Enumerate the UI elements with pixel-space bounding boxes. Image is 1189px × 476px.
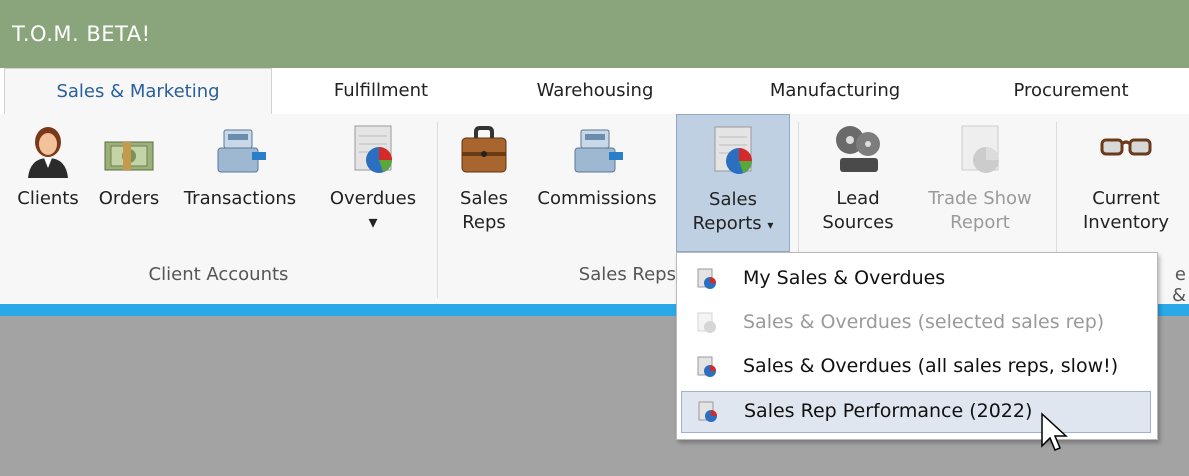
sales-reps-label-line2: Reps — [462, 212, 506, 233]
report-chart-icon — [697, 356, 716, 377]
orders-button[interactable]: Orders — [92, 114, 166, 250]
sales-reports-menu: My Sales & Overdues Sales & Overdues (se… — [676, 252, 1158, 440]
overdues-label: Overdues — [329, 188, 417, 209]
orders-label: Orders — [98, 188, 160, 209]
lead-sources-label-line1: Lead — [836, 188, 880, 209]
sales-reports-label-line1: Sales — [709, 189, 757, 210]
overdues-dropdown-caret[interactable]: ▾ — [318, 212, 428, 234]
commissions-label: Commissions — [537, 188, 657, 209]
trade-show-label-line2: Report — [950, 212, 1010, 233]
sales-reps-label-line1: Sales — [460, 188, 508, 209]
ribbon-tabs: Sales & Marketing Fulfillment Warehousin… — [0, 68, 1189, 116]
glasses-icon — [1100, 138, 1152, 156]
briefcase-icon — [461, 126, 507, 173]
current-inventory-label-line2: Inventory — [1083, 212, 1169, 233]
clients-label: Clients — [17, 188, 79, 209]
cash-register-icon — [217, 129, 266, 173]
current-inventory-label-line1: Current — [1092, 188, 1160, 209]
app-title: T.O.M. BETA! — [12, 22, 151, 46]
menu-item-sales-rep-performance[interactable]: Sales Rep Performance (2022) — [681, 391, 1151, 433]
report-chart-icon — [714, 126, 752, 174]
report-chart-icon — [354, 125, 392, 173]
sales-reps-button[interactable]: Sales Reps — [446, 114, 522, 250]
tab-warehousing[interactable]: Warehousing — [496, 68, 694, 114]
group-separator — [437, 122, 438, 298]
lead-sources-button[interactable]: Lead Sources — [808, 114, 908, 250]
person-icon — [28, 127, 68, 178]
menu-item-label: Sales & Overdues (selected sales rep) — [743, 311, 1105, 333]
report-chart-icon — [698, 401, 717, 422]
sales-reports-label-text: Reports — [692, 213, 762, 234]
money-icon — [104, 141, 154, 171]
tab-sales-marketing[interactable]: Sales & Marketing — [4, 68, 272, 116]
tab-manufacturing[interactable]: Manufacturing — [740, 68, 930, 114]
sales-reports-dropdown-caret: ▾ — [767, 218, 774, 232]
menu-item-sales-overdues-all-reps[interactable]: Sales & Overdues (all sales reps, slow!) — [681, 347, 1149, 387]
commissions-button[interactable]: Commissions — [524, 114, 670, 250]
cash-register-icon — [574, 129, 623, 173]
overdues-button[interactable]: Overdues ▾ — [318, 114, 428, 250]
menu-item-label: My Sales & Overdues — [743, 267, 946, 289]
trade-show-report-button[interactable]: Trade Show Report — [910, 114, 1050, 250]
film-reel-icon — [836, 126, 880, 172]
mouse-cursor-icon — [1041, 412, 1068, 451]
trade-show-label-line1: Trade Show — [928, 188, 1032, 209]
lead-sources-label-line2: Sources — [822, 212, 894, 233]
report-chart-icon — [961, 125, 999, 173]
report-chart-icon — [697, 268, 716, 289]
group-label-sales-reps: Sales Reps — [578, 264, 676, 285]
tab-procurement[interactable]: Procurement — [976, 68, 1166, 114]
menu-item-my-sales-overdues[interactable]: My Sales & Overdues — [681, 259, 1149, 299]
menu-item-label: Sales Rep Performance (2022) — [744, 400, 1033, 422]
menu-item-label: Sales & Overdues (all sales reps, slow!) — [743, 355, 1119, 377]
title-bar: T.O.M. BETA! — [0, 0, 1189, 68]
group-label-partial: e & — [1171, 264, 1186, 306]
menu-item-sales-overdues-selected-rep[interactable]: Sales & Overdues (selected sales rep) — [681, 303, 1149, 343]
group-label-client-accounts: Client Accounts — [148, 264, 289, 285]
transactions-button[interactable]: Transactions — [168, 114, 312, 250]
tab-fulfillment[interactable]: Fulfillment — [296, 68, 466, 114]
sales-reports-button[interactable]: Sales Reports ▾ — [676, 114, 790, 252]
sales-reports-label-line2: Reports ▾ — [677, 213, 789, 236]
clients-button[interactable]: Clients — [6, 114, 90, 250]
report-chart-icon — [697, 312, 716, 333]
transactions-label: Transactions — [183, 188, 297, 209]
current-inventory-button[interactable]: Current Inventory — [1066, 114, 1186, 250]
